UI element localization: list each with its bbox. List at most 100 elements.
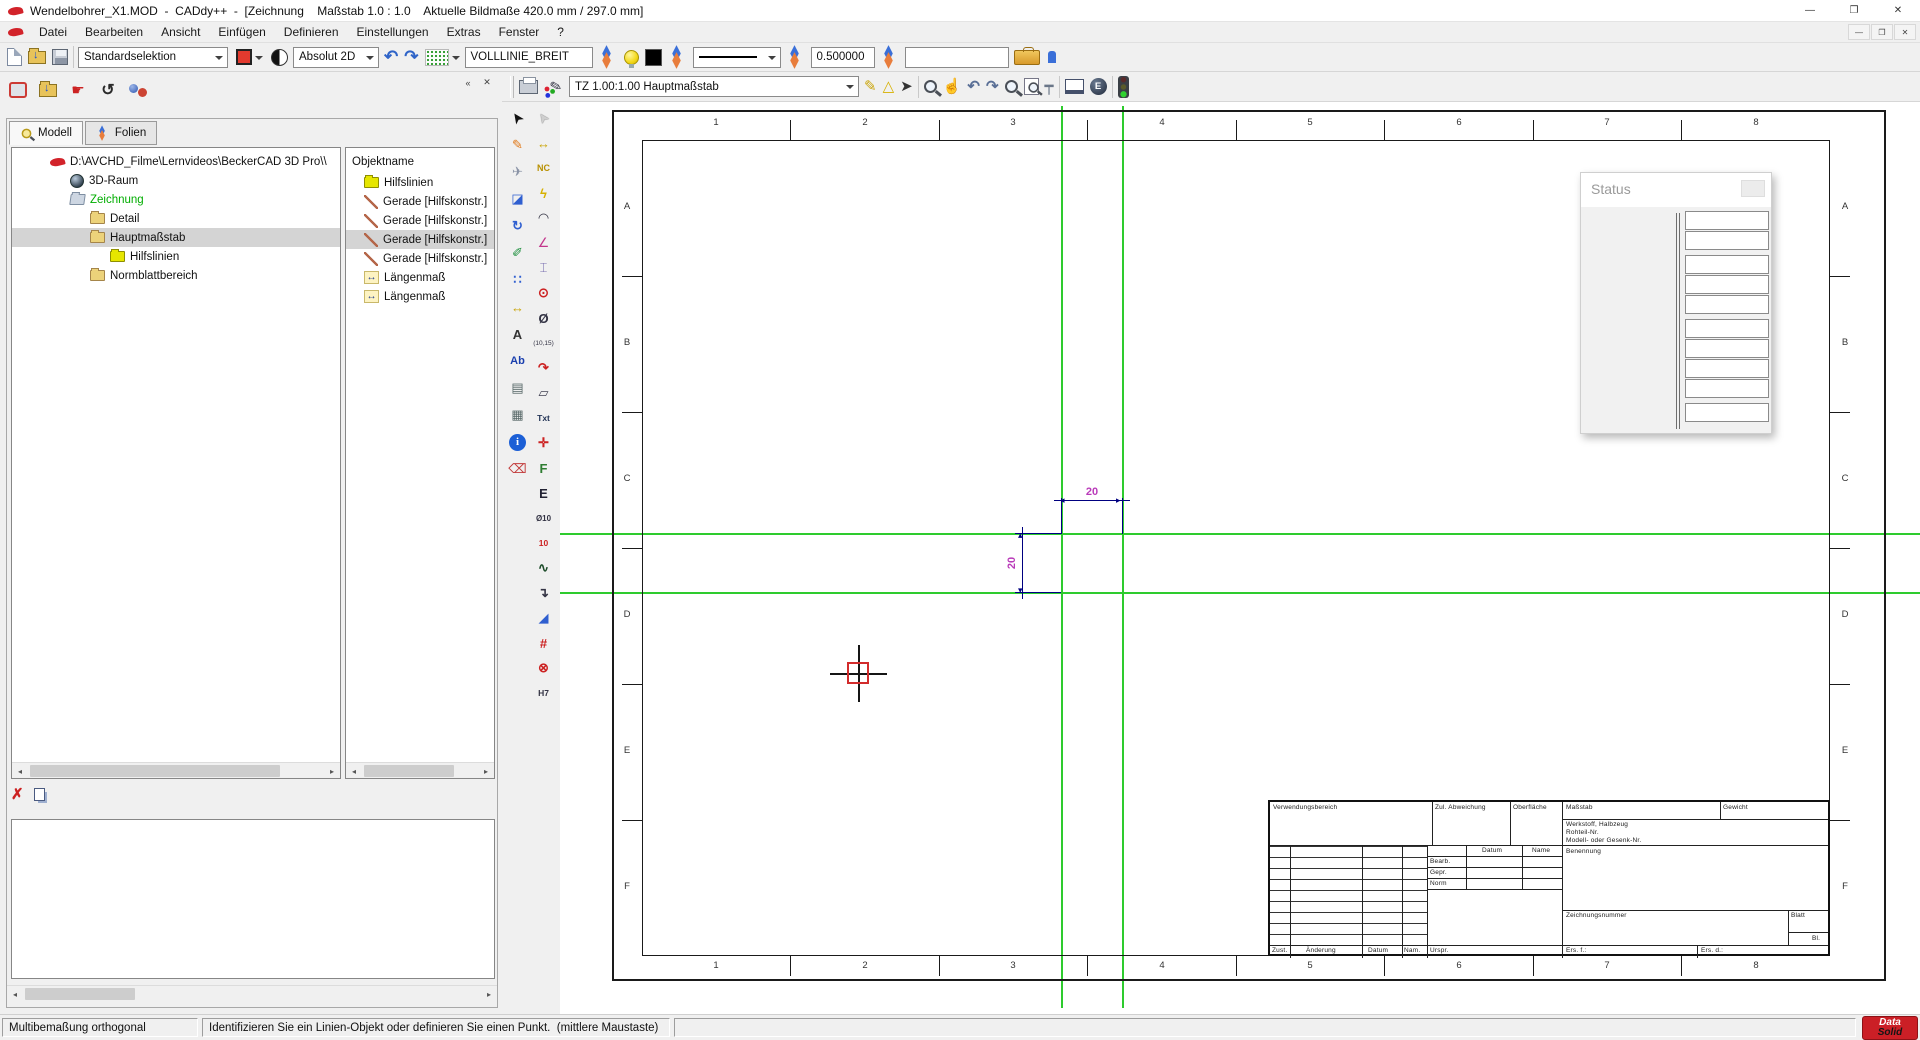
status-value-field[interactable] [1685,319,1769,338]
list-item[interactable]: Hilfslinien [346,173,494,192]
menu-fenster[interactable]: Fenster [490,22,549,42]
dock-collapse-button[interactable]: « [461,76,475,89]
select-object-button[interactable]: ➤ [899,75,914,99]
render-status-button[interactable] [1117,75,1130,99]
mdi-restore-button[interactable]: ❐ [1871,24,1893,40]
tree-item-zeichnung[interactable]: Zeichnung [12,190,340,209]
draw-pencil-icon[interactable]: ✎ [505,133,530,157]
import-folder-button[interactable] [36,78,60,102]
scroll-left-icon[interactable]: ◂ [7,986,23,1002]
undo-button[interactable]: ↶ [383,45,399,69]
layer-assign-button[interactable] [597,45,619,69]
tip-assistant-button[interactable] [1045,45,1069,69]
linestyle-combo[interactable] [693,47,781,68]
dim-move-icon[interactable]: ↴ [531,581,556,605]
dim-delete-icon[interactable]: ⊗ [531,656,556,680]
highlight-pen-button[interactable]: ✎ [863,75,878,99]
coordinate-mode-combo[interactable]: Absolut 2D [293,47,379,68]
info-tool-button[interactable]: i [505,430,530,454]
scroll-left-icon[interactable]: ◂ [346,763,362,779]
previous-view-button[interactable]: ↶ [966,75,981,99]
list-item[interactable]: ↔Längenmaß [346,268,494,287]
dim-limits-icon[interactable]: 10 [531,531,556,555]
color-picker-button[interactable] [232,45,266,69]
redraw-button[interactable]: ┯ [1044,75,1055,99]
dimension-tool-icon[interactable]: ↔ [505,295,530,319]
scroll-right-icon[interactable]: ▸ [478,763,494,779]
layer-extra-button[interactable] [879,45,901,69]
dim-quick-icon[interactable]: ϟ [531,181,556,205]
print-button[interactable] [518,75,539,99]
page-preview-button[interactable] [1064,75,1085,99]
scale-combo[interactable]: TZ 1.00:1.00 Hauptmaßstab [569,76,859,97]
dim-arc-icon[interactable]: ◠ [531,206,556,230]
list-horizontal-scrollbar[interactable]: ◂ ▸ [346,762,494,778]
dock-close-button[interactable]: ✕ [480,76,494,89]
open-button[interactable] [27,45,47,69]
new-document-button[interactable] [6,45,23,69]
maximize-button[interactable]: ❐ [1832,0,1876,22]
status-value-field[interactable] [1685,275,1769,294]
list-item[interactable]: Gerade [Hilfskonstr.] [346,192,494,211]
scrollbar-thumb[interactable] [364,765,454,777]
dim-coordinate-icon[interactable]: (10,15) [531,331,556,355]
scroll-left-icon[interactable]: ◂ [12,763,28,779]
measure-survey-icon[interactable]: A [505,322,530,346]
selection-mode-combo[interactable]: Standardselektion [78,47,228,68]
menu-datei[interactable]: Datei [30,22,76,42]
menu-einfuegen[interactable]: Einfügen [209,22,274,42]
minimize-button[interactable]: — [1788,0,1832,22]
hatch-tool-icon[interactable]: ▤ [505,376,530,400]
pattern-button[interactable] [270,45,289,69]
dim-chain-icon[interactable]: ↔ [531,131,556,155]
list-item[interactable]: ↔Längenmaß [346,287,494,306]
scrollbar-thumb[interactable] [30,765,280,777]
tab-folien[interactable]: Folien [85,121,157,145]
mdi-close-button[interactable]: ✕ [1894,24,1916,40]
measure-assist-button[interactable]: △ [882,75,896,99]
tree-item-root[interactable]: D:\AVCHD_Filme\Lernvideos\BeckerCAD 3D P… [12,152,340,171]
scrollbar-thumb[interactable] [25,988,135,1000]
toolbar-drag-handle[interactable] [510,76,514,98]
dim-fit-table-icon[interactable]: H7 [531,681,556,705]
status-value-field[interactable] [1685,295,1769,314]
move-transform-icon[interactable]: ✈ [505,160,530,184]
tree-horizontal-scrollbar[interactable]: ◂ ▸ [12,762,340,778]
zoom-window-button[interactable] [923,75,938,99]
export-viewer-button[interactable]: E [1089,75,1108,99]
text-tool-icon[interactable]: Ab [505,349,530,373]
menu-definieren[interactable]: Definieren [275,22,348,42]
pan-button[interactable]: ☝ [942,75,963,99]
dim-modify-icon[interactable]: ◢ [531,606,556,630]
menu-extras[interactable]: Extras [438,22,490,42]
tree-item-3d-raum[interactable]: 3D-Raum [12,171,340,190]
dim-edit-icon[interactable]: ∿ [531,556,556,580]
status-value-field[interactable] [1685,231,1769,250]
dim-grid-icon[interactable]: # [531,631,556,655]
dim-circle-icon[interactable]: ⊙ [531,281,556,305]
menu-bearbeiten[interactable]: Bearbeiten [76,22,152,42]
scroll-right-icon[interactable]: ▸ [481,986,497,1002]
dim-chamfer-icon[interactable]: ▱ [531,381,556,405]
dim-nc-icon[interactable]: NC [531,156,556,180]
dim-text-icon[interactable]: Txt [531,406,556,430]
mdi-minimize-button[interactable]: — [1848,24,1870,40]
pen-color-button[interactable] [644,45,663,69]
redo-button[interactable]: ↷ [403,45,419,69]
status-value-field[interactable] [1685,255,1769,274]
close-button[interactable]: ✕ [1876,0,1920,22]
zoom-all-button[interactable] [1004,75,1019,99]
clear-selection-icon[interactable]: ✗ [11,785,24,803]
status-value-field[interactable] [1685,403,1769,422]
rotate-tool-icon[interactable]: ↻ [505,214,530,238]
dim-fit-icon[interactable]: Ø10 [531,506,556,530]
list-item[interactable]: Gerade [Hilfskonstr.] [346,211,494,230]
dim-radius-icon[interactable]: ↷ [531,356,556,380]
layer-visibility-button[interactable] [623,45,640,69]
status-value-field[interactable] [1685,211,1769,230]
dim-surface-icon[interactable]: F [531,456,556,480]
toolbox-button[interactable] [1013,45,1041,69]
page-preview-button[interactable] [6,78,30,102]
tree-item-normblattbereich[interactable]: Normblattbereich [12,266,340,285]
dimension-value-vertical[interactable]: 20 [1006,551,1018,575]
